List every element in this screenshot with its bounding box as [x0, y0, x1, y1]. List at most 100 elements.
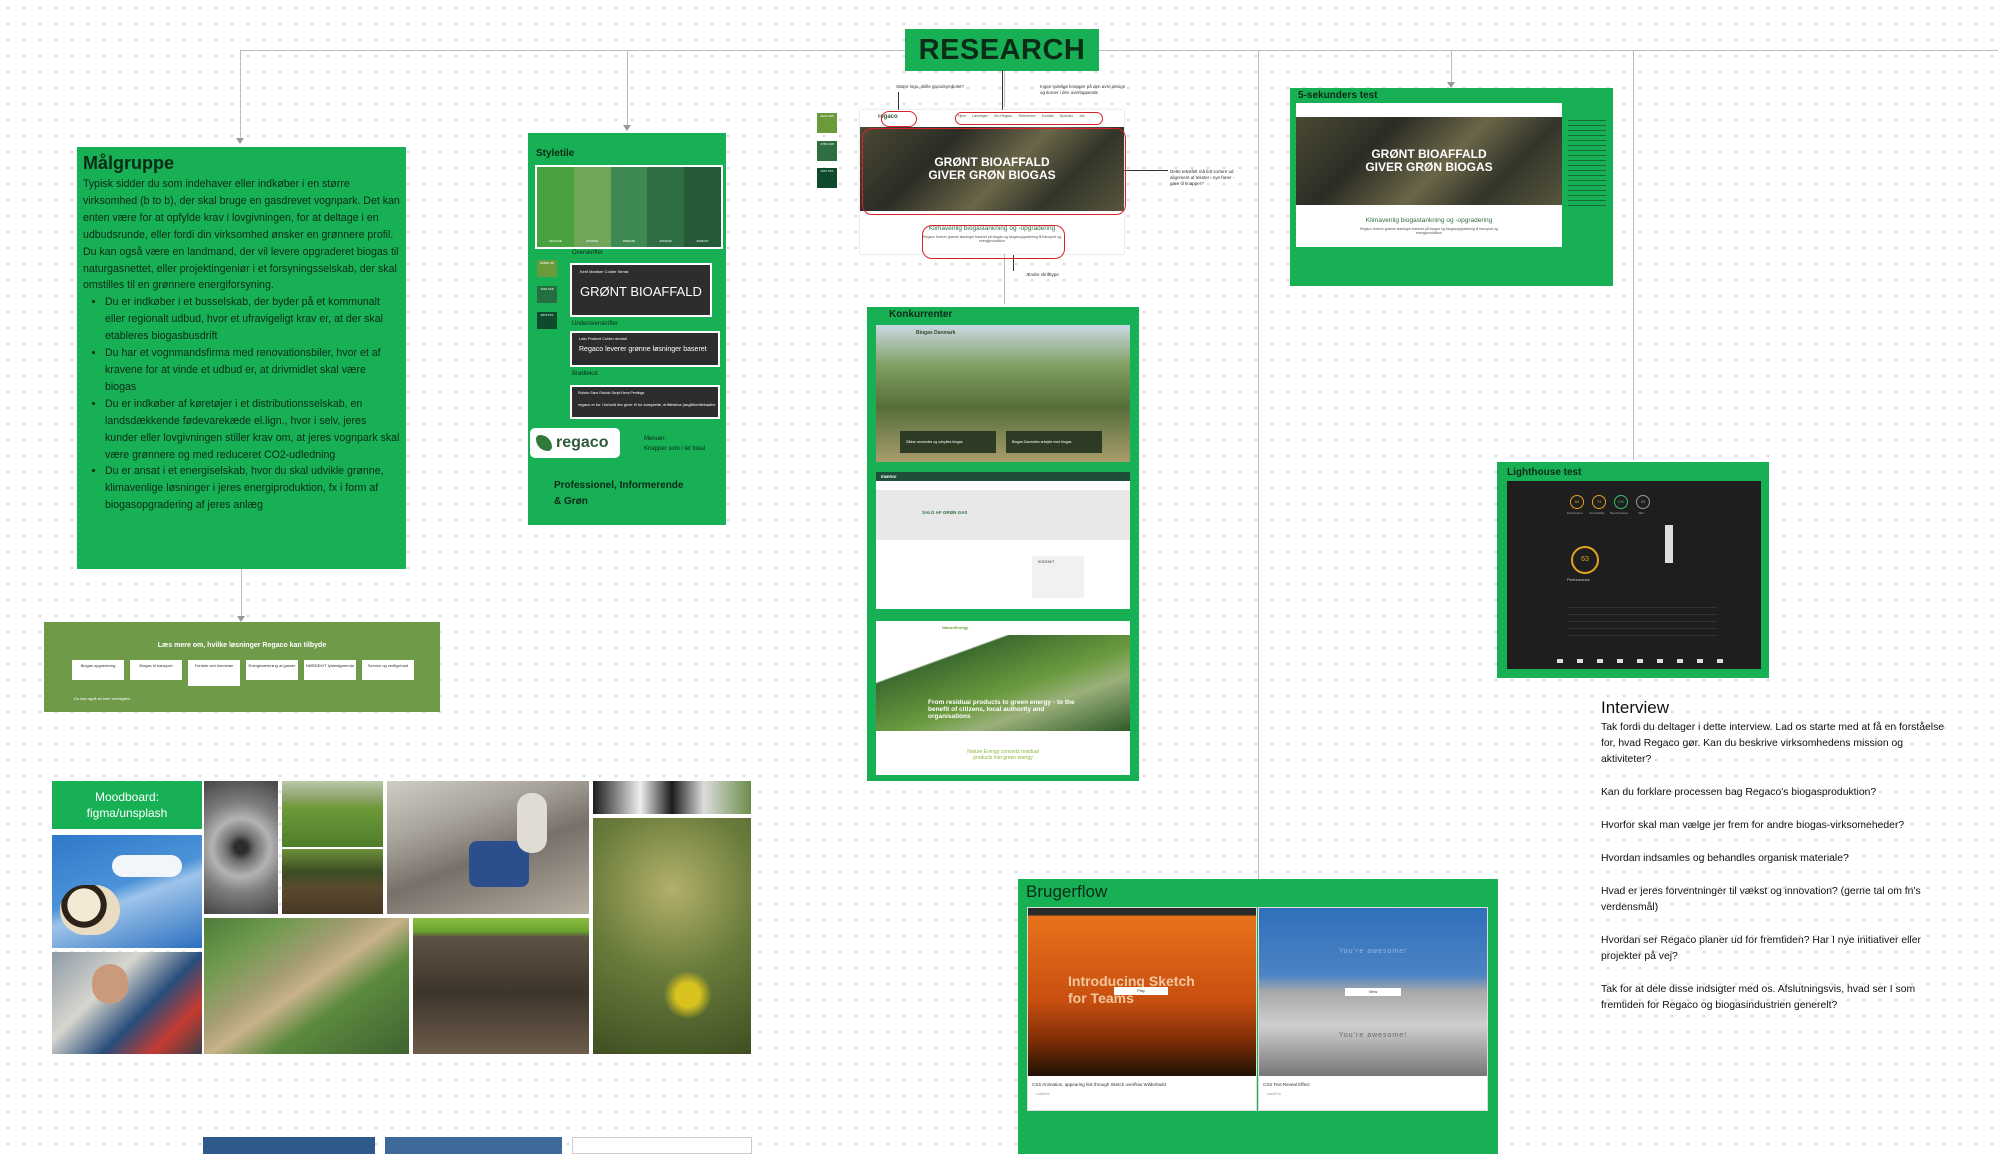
photo-cows [593, 781, 751, 814]
competitor-2-heading: SALG AF GRØN GAS [922, 510, 968, 515]
brugerflow-title: Brugerflow [1026, 882, 1108, 901]
connector-lighthouse [1633, 50, 1634, 460]
underoverskrift-text: Regaco leverer grønne løsninger baseret [579, 346, 707, 353]
interview-question: Hvorfor skal man vælge jer frem for andr… [1601, 820, 1905, 831]
lighthouse-card[interactable]: Lighthouse test 63 74 100 83 Performance… [1497, 462, 1769, 678]
view-button[interactable]: View [1345, 988, 1401, 996]
competitor-1-card: Sådan anvendes og udnyttes biogas [900, 431, 996, 453]
regaco-logo[interactable]: regaco [530, 428, 620, 458]
photo-drone-turbine [204, 781, 278, 914]
site-swatch: 4007 57A [817, 168, 837, 188]
brugerflow-card[interactable]: Brugerflow Introducing Sketch for Teams … [1018, 879, 1498, 1154]
konkurrenter-title: Konkurrenter [889, 309, 953, 320]
mini-swatch: 8EB3D 38 [537, 260, 557, 277]
mini-swatch: 409A 5C8 [537, 286, 557, 303]
flow-card-1[interactable]: Introducing Sketch for Teams Play CSS An… [1027, 907, 1257, 1111]
flow-card-2[interactable]: You're awesome! View You're awesome! CSS… [1258, 907, 1488, 1111]
broedtekst-text: regaco er for i forhold der giver til fo… [578, 402, 716, 407]
malgruppe-intro-2: Du kan også være en landmand, der vil le… [83, 245, 399, 292]
lighthouse-title: Lighthouse test [1507, 467, 1582, 478]
photo-sprouts [282, 849, 383, 914]
highlight-logo [881, 111, 917, 127]
interview-question: Hvordan indsamles og behandles organisk … [1601, 853, 1849, 864]
interview-question: Hvad er jeres forventninger til vækst og… [1601, 886, 1921, 913]
flow-card-1-author: Lukefree [1036, 1092, 1050, 1096]
score-gauge: 74 [1592, 495, 1606, 509]
malgruppe-list: Du er indkøber i et busselskab, der byde… [83, 294, 400, 514]
highlight-hero [862, 128, 1126, 215]
interview-question: Hvordan ser Regaco planer ud for fremtid… [1601, 935, 1921, 962]
konkurrenter-card[interactable]: Konkurrenter Biogas Danmark Sådan anvend… [867, 307, 1139, 781]
lighthouse-main-label: Performance [1567, 577, 1590, 582]
fivesec-subheading: Klimavenlig biogastankning og -opgraderi… [1365, 217, 1493, 224]
photo-bottom-1 [203, 1137, 375, 1154]
fivesec-body: Regaco leverer grønne løsninger baseret … [1360, 227, 1498, 235]
arrow-styletile [623, 125, 631, 131]
campaign-banner[interactable]: Læs mere om, hvilke løsninger Regaco kan… [44, 622, 440, 712]
play-button[interactable]: Play [1114, 987, 1168, 995]
page-title: RESEARCH [905, 29, 1099, 71]
underoverskrift-meta: Lato Probert Colder dealari [579, 336, 628, 341]
moodboard-label-line2: figma/unsplash [86, 806, 168, 820]
connector-top [240, 50, 1998, 51]
lighthouse-metrics [1567, 601, 1717, 641]
fivesec-notes [1568, 120, 1606, 210]
campaign-chip[interactable]: Energimærkning af gasser [246, 660, 298, 680]
campaign-chip[interactable]: NØRDEKIT fyldestgørende [304, 660, 356, 680]
competitor-site-2[interactable]: ENERGI SALG AF GRØN GAS KONTAKT [876, 472, 1130, 609]
campaign-chip[interactable]: Service og vedligehold [362, 660, 414, 680]
malgruppe-card[interactable]: Målgruppe Typisk sidder du som indehaver… [77, 147, 406, 569]
malgruppe-heading: Målgruppe [83, 153, 175, 173]
moodboard-label: Moodboard: figma/unsplash [52, 781, 202, 829]
menu-desc: Knapper som i let fokal [644, 446, 706, 452]
score-label: SEO [1638, 511, 1644, 515]
flow-card-2-line1: You're awesome! [1338, 948, 1408, 955]
styletile-card[interactable]: Styletile #4AA23E #70A55A #3E8A52 #2F6D4… [528, 133, 726, 525]
highlight-nav [955, 112, 1103, 125]
photo-bottom-2 [385, 1137, 562, 1154]
connector-malgruppe [240, 50, 241, 142]
connector-styletile [627, 50, 628, 128]
interview-section[interactable]: Interview Tak fordi du deltager i dette … [1601, 698, 1951, 1031]
regaco-logo-text: regaco [556, 434, 609, 451]
competitor-2-box: KONTAKT [1032, 556, 1084, 598]
flow-card-1-caption: CSS Animation, appearing link through Sk… [1032, 1082, 1166, 1087]
tagline-line2: & Grøn [554, 496, 588, 507]
competitor-3-logo: NatureEnergy [942, 625, 969, 630]
palette-swatch: #245A37 [684, 167, 721, 247]
campaign-chip[interactable]: Biogas opgradering [72, 660, 124, 680]
photo-rapeseed [593, 818, 751, 1054]
photo-bottom-3 [572, 1137, 752, 1154]
lighthouse-thumbnails [1557, 659, 1733, 663]
interview-question: Kan du forklare processen bag Regaco's b… [1601, 787, 1877, 798]
lighthouse-preview [1665, 525, 1673, 563]
interview-heading: Interview [1601, 698, 1670, 717]
competitor-2-button[interactable]: KONTAKT [1038, 560, 1054, 564]
malgruppe-bullet: Du er indkøber af køretøjer i et distrib… [105, 396, 400, 464]
competitor-site-3[interactable]: NatureEnergy From residual products to g… [876, 621, 1130, 775]
annot-line [898, 92, 899, 110]
connector-research-down [1004, 71, 1005, 107]
photo-plowed-field [413, 918, 589, 1054]
competitor-3-footer: Nature Energy converts residual products… [876, 749, 1130, 761]
competitor-3-hero-text: From residual products to green energy -… [928, 699, 1075, 720]
campaign-footer[interactable]: Du kan også se hele oversigten [74, 696, 130, 701]
fivesec-card[interactable]: 5-sekunders test GRØNT BIOAFFALD GIVER G… [1290, 88, 1613, 286]
campaign-title: Læs mere om, hvilke løsninger Regaco kan… [157, 642, 327, 649]
swatch-label: #2F6D42 [659, 239, 672, 243]
lighthouse-score-labels: Performance Accessibility Best Practices… [1565, 511, 1651, 515]
swatch-label: #70A55A [586, 239, 599, 243]
campaign-chip[interactable]: Biogas til transport [130, 660, 182, 680]
campaign-chip[interactable]: Fordele ved biometan [188, 660, 240, 686]
flow-card-2-preview: You're awesome! View You're awesome! [1259, 908, 1487, 1076]
broedtekst-sample: Roboto Sans Roboto Script Nexa Pentings … [570, 385, 720, 419]
competitor-site-1[interactable]: Biogas Danmark Sådan anvendes og udnytte… [876, 325, 1130, 462]
broedtekst-meta: Roboto Sans Roboto Script Nexa Pentings [578, 391, 645, 395]
lighthouse-scores: 63 74 100 83 [1570, 495, 1650, 509]
competitor-2-logo: ENERGI [881, 474, 897, 479]
competitor-1-card: Biogas Danmarks arbejde med biogas [1006, 431, 1102, 453]
tagline-line1: Professionel, Informerende [554, 480, 684, 491]
photo-aerial-fields [204, 918, 409, 1054]
palette-swatch: #3E8A52 [610, 167, 648, 247]
note-hero: Dette tekstfelt må lidt sortere ud align… [1170, 169, 1235, 186]
